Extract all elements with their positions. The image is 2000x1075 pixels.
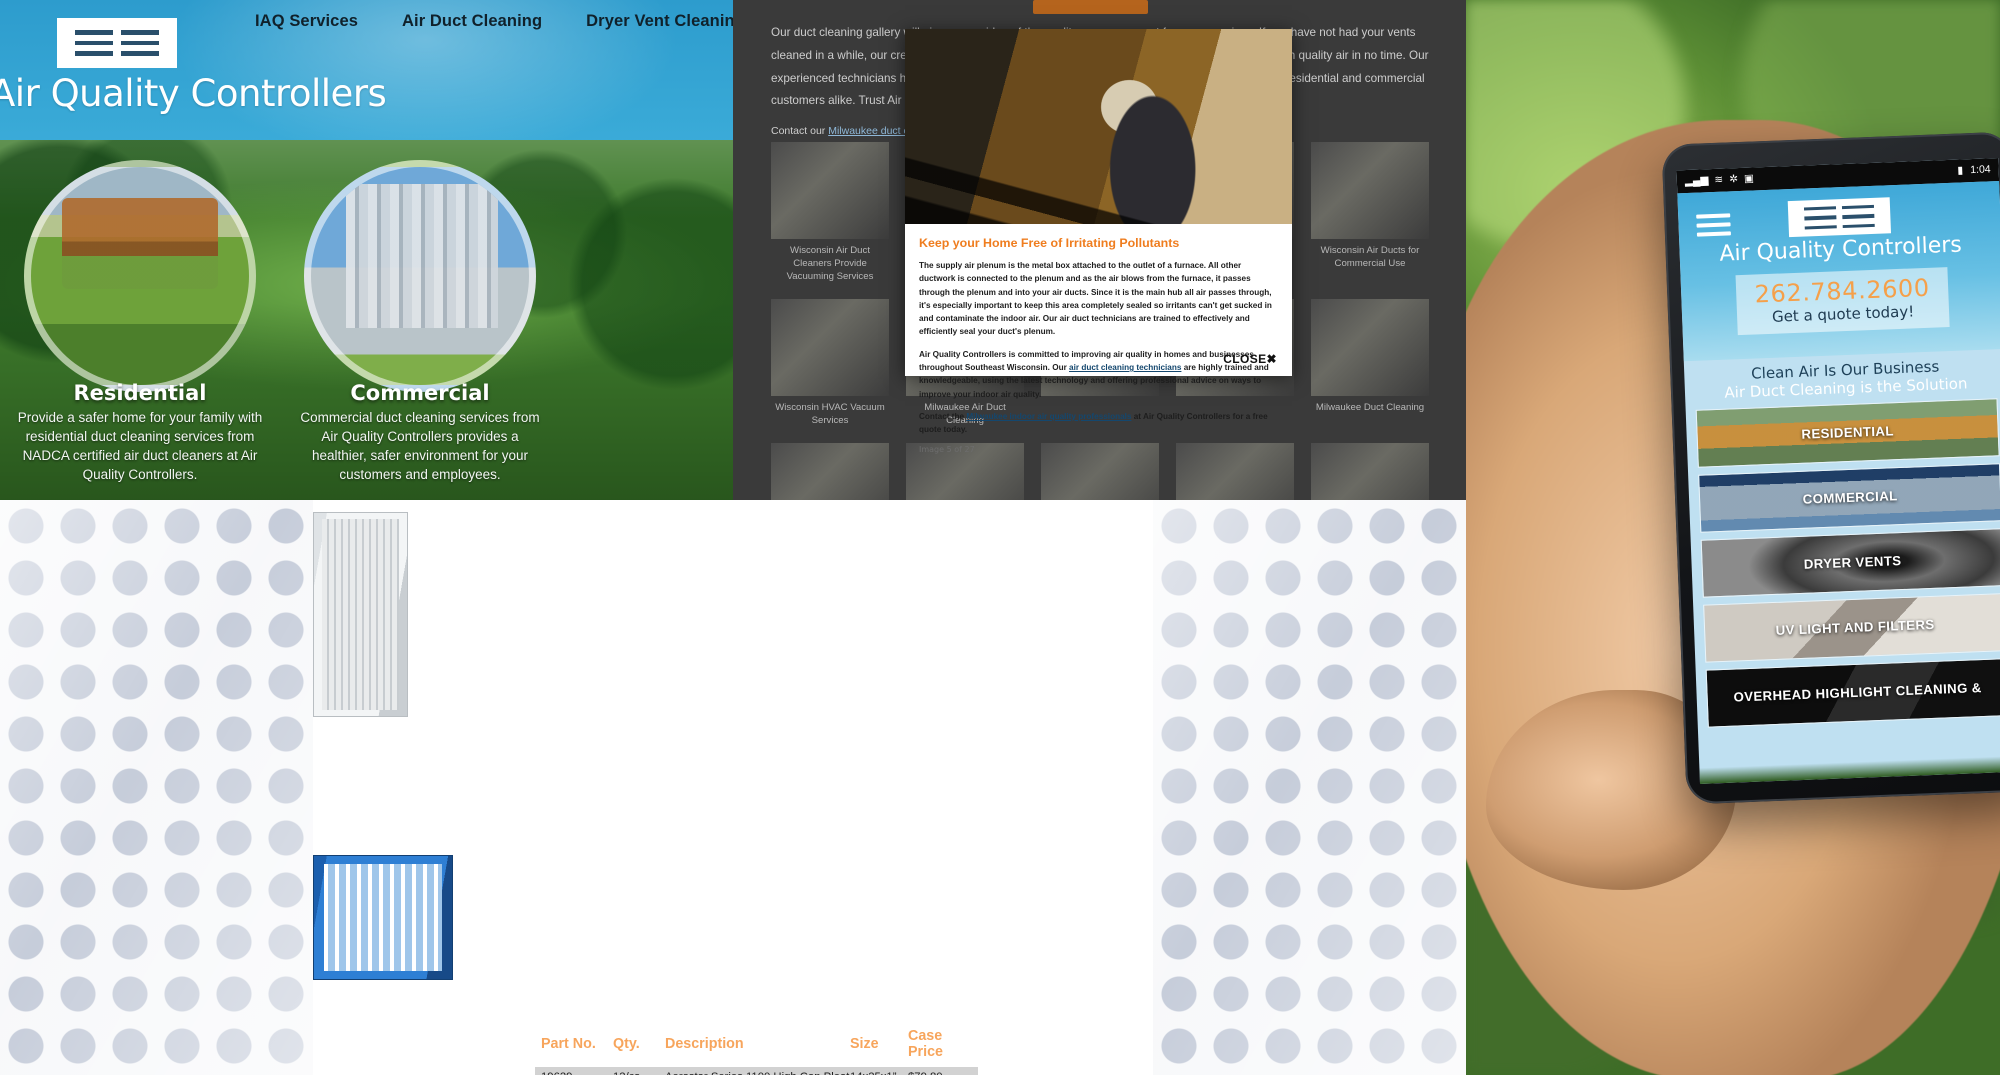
milwaukee-indoor-air-quality-professionals-link[interactable]: Milwaukee indoor air quality professiona… <box>966 412 1131 421</box>
table-cell: 14x25x1” <box>850 1067 908 1075</box>
mobile-item-label: UV LIGHT AND FILTERS <box>1775 616 1935 639</box>
thumbnail-image[interactable] <box>771 298 889 396</box>
thumbnail-caption: Wisconsin Air Ducts for Commercial Use <box>1320 245 1420 269</box>
thumbnail-image[interactable] <box>1311 442 1429 500</box>
screenshot-root: IAQ Services Air Duct Cleaning Dryer Ven… <box>0 0 2000 1075</box>
column-header: Qty. <box>613 1036 640 1052</box>
nav-item-dryer-vent-cleaning[interactable]: Dryer Vent Cleaning <box>586 12 733 31</box>
phone-screen: ▂▄▆ ≋ ✲ ▣ ▮ 1:04 Air Quality Controllers… <box>1676 158 2000 784</box>
image-lightbox-dialog: Keep your Home Free of Irritating Pollut… <box>905 29 1292 454</box>
gallery-thumbnail[interactable]: Wisconsin HVAC Vacuum Services <box>771 298 889 428</box>
column-header: Case Price <box>908 1028 943 1060</box>
close-x-icon: ✖ <box>1266 352 1277 366</box>
mobile-item-label: OVERHEAD HIGHLIGHT CLEANING & <box>1733 680 1982 705</box>
aerostar-price-table: Part No. Qty. Description Size Case Price 19… <box>535 1028 978 1075</box>
table-row: 1962912/csAerostar Series 1100 High Cap … <box>535 1067 978 1075</box>
pleated-filter-photo <box>313 512 408 717</box>
filters-pricing-panel: Media Filters-MERV 11: Change Every 4 to… <box>0 500 1466 1075</box>
quote-callout-box[interactable]: 262.784.2600 Get a quote today! <box>1735 267 1950 336</box>
lightbox-photo <box>905 29 1292 224</box>
column-header: Description <box>665 1036 744 1052</box>
close-label: CLOSE <box>1223 352 1267 366</box>
thumbnail-image[interactable] <box>1311 298 1429 396</box>
lightbox-paragraph-3: Contact the Milwaukee indoor air quality… <box>919 410 1278 437</box>
lightbox-heading: Keep your Home Free of Irritating Pollut… <box>919 236 1180 250</box>
cell-signal-icon: ▂▄▆ <box>1684 174 1709 188</box>
mobile-item-dryer-vents[interactable]: DRYER VENTS <box>1700 527 2000 598</box>
status-time: 1:04 <box>1969 163 1991 177</box>
column-header: Size <box>850 1036 879 1052</box>
residential-description: Provide a safer home for your family wit… <box>17 410 263 483</box>
table-header-row: Part No. Qty. Description Size Case Price <box>535 1028 978 1067</box>
gallery-top-button[interactable] <box>1033 0 1148 14</box>
battery-icon: ▮ <box>1957 164 1964 177</box>
mobile-item-residential[interactable]: RESIDENTIAL <box>1695 397 2000 468</box>
thumbnail-image[interactable] <box>1311 142 1429 239</box>
wifi-icon: ≋ <box>1714 173 1724 187</box>
lightbox-paragraph-1: The supply air plenum is the metal box a… <box>919 261 1272 337</box>
gallery-thumbnail[interactable] <box>1311 442 1429 500</box>
contact-prefix: Contact our <box>771 125 829 137</box>
mobile-item-commercial[interactable]: COMMERCIAL <box>1698 462 2000 533</box>
table-body: 1962912/csAerostar Series 1100 High Cap … <box>535 1067 978 1075</box>
decorative-dots-left <box>0 500 313 1075</box>
media-filter-photo <box>313 855 453 980</box>
mobile-item-uv-light-and-filters[interactable]: UV LIGHT AND FILTERS <box>1703 592 2000 663</box>
air-duct-cleaning-technicians-link[interactable]: air duct cleaning technicians <box>1069 363 1181 372</box>
nav-item-air-duct-cleaning[interactable]: Air Duct Cleaning <box>402 12 542 31</box>
residential-circle-image[interactable] <box>24 160 256 392</box>
mobile-item-label: RESIDENTIAL <box>1801 423 1895 442</box>
column-header: Part No. <box>541 1036 596 1052</box>
bluetooth-icon: ✲ <box>1729 173 1739 186</box>
thumbnail-image[interactable] <box>771 442 889 500</box>
gallery-page-panel: Our duct cleaning gallery will give you … <box>733 0 1466 500</box>
gallery-thumbnail[interactable]: Wisconsin Air Duct Cleaners Provide Vacu… <box>771 142 889 284</box>
commercial-circle-image[interactable] <box>304 160 536 392</box>
gallery-thumbnail[interactable]: Milwaukee Duct Cleaning <box>1311 298 1429 428</box>
table-cell: $79.80 <box>908 1067 978 1075</box>
hamburger-menu-icon[interactable] <box>1696 213 1731 241</box>
smartphone-device: ▂▄▆ ≋ ✲ ▣ ▮ 1:04 Air Quality Controllers… <box>1661 131 2000 805</box>
gallery-thumbnail[interactable] <box>771 442 889 500</box>
table-cell: 19629 <box>535 1067 613 1075</box>
mobile-hero: Air Quality Controllers 262.784.2600 Get… <box>1677 181 2000 362</box>
decorative-dots-right <box>1153 500 1466 1075</box>
table-cell: 12/cs <box>613 1067 665 1075</box>
lightbox-image-counter: Image 5 of 27 <box>919 445 975 455</box>
stacked-bars-logo-icon[interactable] <box>1787 197 1892 238</box>
lightbox-text-body: Keep your Home Free of Irritating Pollut… <box>905 224 1292 454</box>
desktop-homepage-panel: IAQ Services Air Duct Cleaning Dryer Ven… <box>0 0 733 500</box>
message-icon: ▣ <box>1743 172 1755 186</box>
residential-heading: Residential <box>73 381 207 405</box>
thumbnail-image[interactable] <box>771 142 889 239</box>
table-cell: Aerostar Series 1100 High Cap Pleat <box>665 1067 850 1075</box>
thumbnail-caption: Wisconsin Air Duct Cleaners Provide Vacu… <box>786 245 874 282</box>
thumbnail-caption: Wisconsin HVAC Vacuum Services <box>775 401 885 426</box>
mobile-item-label: DRYER VENTS <box>1803 553 1902 572</box>
site-brand-title: Air Quality Controllers <box>0 72 387 115</box>
mobile-mockup-panel: ▂▄▆ ≋ ✲ ▣ ▮ 1:04 Air Quality Controllers… <box>1466 0 2000 1075</box>
mobile-item-label: COMMERCIAL <box>1802 488 1898 507</box>
stacked-bars-logo-icon[interactable] <box>57 18 177 68</box>
lb-p3-before: Contact the <box>919 411 967 421</box>
gallery-thumbnail[interactable]: Wisconsin Air Ducts for Commercial Use <box>1311 142 1429 284</box>
nav-item-iaq-services[interactable]: IAQ Services <box>255 12 358 31</box>
thumbnail-caption: Milwaukee Duct Cleaning <box>1315 401 1425 413</box>
mobile-service-menu: RESIDENTIAL COMMERCIAL DRYER VENTS UV LI… <box>1685 391 2000 728</box>
commercial-heading: Commercial <box>350 381 490 405</box>
screen-bottom-fade <box>1699 755 2000 784</box>
commercial-description: Commercial duct cleaning services from A… <box>300 410 540 483</box>
lightbox-close-button[interactable]: CLOSE✖ <box>1223 352 1277 366</box>
mobile-item-overhead-highlight-cleaning[interactable]: OVERHEAD HIGHLIGHT CLEANING & <box>1705 657 2000 728</box>
